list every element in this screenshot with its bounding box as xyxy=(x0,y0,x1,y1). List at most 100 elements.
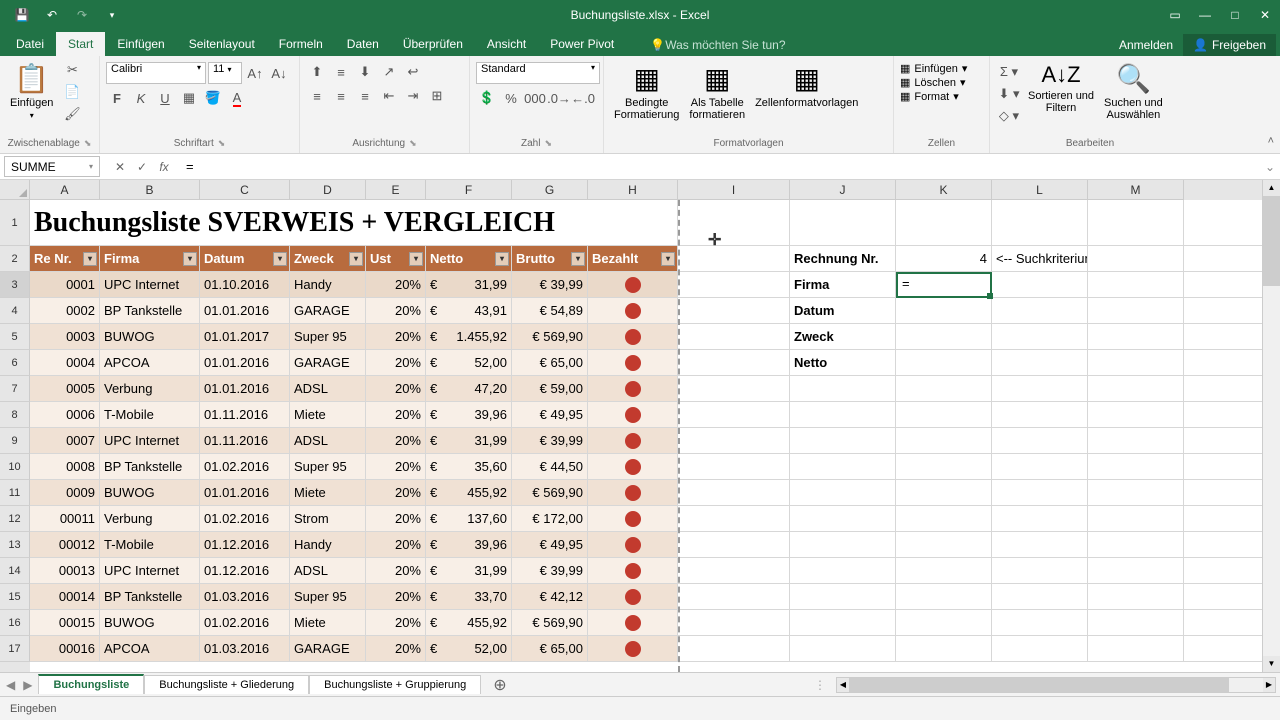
cell[interactable] xyxy=(992,200,1088,245)
cell-netto[interactable]: €52,00 xyxy=(426,636,512,661)
cell-brutto[interactable]: € 569,90 xyxy=(512,610,588,635)
enter-formula-icon[interactable]: ✓ xyxy=(132,157,152,177)
cell[interactable] xyxy=(1088,200,1184,245)
lookup-rechnung-label[interactable]: Rechnung Nr. xyxy=(790,246,896,271)
cell[interactable] xyxy=(896,636,992,661)
cell-netto[interactable]: €455,92 xyxy=(426,610,512,635)
cell[interactable] xyxy=(1088,532,1184,557)
cell[interactable] xyxy=(678,376,790,401)
cell-brutto[interactable]: € 569,90 xyxy=(512,480,588,505)
underline-button[interactable]: U xyxy=(154,88,176,108)
format-as-table-button[interactable]: ▦Als Tabelle formatieren xyxy=(685,58,749,125)
select-all-corner[interactable] xyxy=(0,180,30,200)
row-header-1[interactable]: 1 xyxy=(0,200,30,246)
cell[interactable] xyxy=(896,506,992,531)
cell-firma[interactable]: T-Mobile xyxy=(100,532,200,557)
row-header-2[interactable]: 2 xyxy=(0,246,30,272)
col-header-A[interactable]: A xyxy=(30,180,100,200)
cell-datum[interactable]: 01.02.2016 xyxy=(200,506,290,531)
cell[interactable] xyxy=(1088,428,1184,453)
cell[interactable] xyxy=(896,558,992,583)
filter-dropdown-icon[interactable]: ▾ xyxy=(495,252,509,266)
row-header-15[interactable]: 15 xyxy=(0,584,30,610)
cell-zweck[interactable]: GARAGE xyxy=(290,298,366,323)
cell-ust[interactable]: 20% xyxy=(366,506,426,531)
cell[interactable] xyxy=(1088,558,1184,583)
merge-icon[interactable]: ⊞ xyxy=(426,86,448,106)
cell-netto[interactable]: €35,60 xyxy=(426,454,512,479)
row-header-11[interactable]: 11 xyxy=(0,480,30,506)
cell-netto[interactable]: €31,99 xyxy=(426,558,512,583)
filter-dropdown-icon[interactable]: ▾ xyxy=(349,252,363,266)
sheet-nav-prev-icon[interactable]: ◀ xyxy=(6,678,15,692)
cell[interactable] xyxy=(1088,376,1184,401)
cell-renr[interactable]: 00012 xyxy=(30,532,100,557)
cell[interactable] xyxy=(896,610,992,635)
cell-ust[interactable]: 20% xyxy=(366,480,426,505)
table-header-1[interactable]: Firma▾ xyxy=(100,246,200,271)
cell-netto[interactable]: €33,70 xyxy=(426,584,512,609)
col-header-L[interactable]: L xyxy=(992,180,1088,200)
cell-zweck[interactable]: Super 95 xyxy=(290,584,366,609)
cell-datum[interactable]: 01.01.2016 xyxy=(200,350,290,375)
cell-bezahlt[interactable] xyxy=(588,506,678,531)
cell[interactable] xyxy=(1088,272,1184,297)
lookup-rechnung-value[interactable]: 4 xyxy=(896,246,992,271)
cell[interactable] xyxy=(790,610,896,635)
tab-powerpivot[interactable]: Power Pivot xyxy=(538,32,626,56)
cell[interactable] xyxy=(896,532,992,557)
cell[interactable] xyxy=(896,350,992,375)
cell-netto[interactable]: €455,92 xyxy=(426,480,512,505)
sheet-title[interactable]: Buchungsliste SVERWEIS + VERGLEICH xyxy=(30,200,678,245)
cell[interactable] xyxy=(678,272,790,297)
cell-zweck[interactable]: Strom xyxy=(290,506,366,531)
decrease-decimal-icon[interactable]: ←.0 xyxy=(572,88,594,108)
maximize-icon[interactable]: □ xyxy=(1220,0,1250,30)
cell[interactable] xyxy=(896,402,992,427)
cell[interactable] xyxy=(678,200,790,245)
cell[interactable] xyxy=(790,584,896,609)
table-header-0[interactable]: Re Nr.▾ xyxy=(30,246,100,271)
table-header-2[interactable]: Datum▾ xyxy=(200,246,290,271)
cell-netto[interactable]: €31,99 xyxy=(426,272,512,297)
insert-cells-button[interactable]: ▦ Einfügen ▾ xyxy=(900,62,967,75)
cell-brutto[interactable]: € 39,99 xyxy=(512,428,588,453)
copy-icon[interactable]: 📄 xyxy=(61,82,83,102)
sheet-tab-1[interactable]: Buchungsliste xyxy=(38,674,144,694)
currency-icon[interactable]: 💲 xyxy=(476,88,498,108)
cell-renr[interactable]: 00016 xyxy=(30,636,100,661)
cell-firma[interactable]: BUWOG xyxy=(100,480,200,505)
cell[interactable] xyxy=(678,532,790,557)
font-size-select[interactable]: 11 ▾ xyxy=(208,62,242,84)
cell-renr[interactable]: 00014 xyxy=(30,584,100,609)
filter-dropdown-icon[interactable]: ▾ xyxy=(83,252,97,266)
cell[interactable] xyxy=(1088,454,1184,479)
format-painter-icon[interactable]: 🖌 xyxy=(61,104,83,124)
lookup-label-0[interactable]: Firma xyxy=(790,272,896,297)
row-header-3[interactable]: 3 xyxy=(0,272,30,298)
cell-brutto[interactable]: € 42,12 xyxy=(512,584,588,609)
cell[interactable] xyxy=(992,532,1088,557)
cell[interactable] xyxy=(992,480,1088,505)
filter-dropdown-icon[interactable]: ▾ xyxy=(661,252,675,266)
grow-font-icon[interactable]: A↑ xyxy=(244,63,266,83)
cell-zweck[interactable]: ADSL xyxy=(290,428,366,453)
indent-increase-icon[interactable]: ⇥ xyxy=(402,86,424,106)
qat-customize-icon[interactable]: ▾ xyxy=(98,3,126,27)
cell-zweck[interactable]: GARAGE xyxy=(290,350,366,375)
close-icon[interactable]: ✕ xyxy=(1250,0,1280,30)
cell-brutto[interactable]: € 49,95 xyxy=(512,532,588,557)
cell[interactable] xyxy=(992,454,1088,479)
cell[interactable] xyxy=(992,584,1088,609)
cell-renr[interactable]: 0005 xyxy=(30,376,100,401)
col-header-J[interactable]: J xyxy=(790,180,896,200)
row-headers[interactable]: 1234567891011121314151617 xyxy=(0,200,30,672)
cell-firma[interactable]: APCOA xyxy=(100,636,200,661)
col-header-H[interactable]: H xyxy=(588,180,678,200)
number-format-select[interactable]: Standard▾ xyxy=(476,62,600,84)
expand-formula-bar-icon[interactable]: ⌄ xyxy=(1260,160,1280,174)
formula-input[interactable] xyxy=(180,156,1260,177)
cell[interactable] xyxy=(790,454,896,479)
cell-datum[interactable]: 01.03.2016 xyxy=(200,584,290,609)
cell-renr[interactable]: 00013 xyxy=(30,558,100,583)
